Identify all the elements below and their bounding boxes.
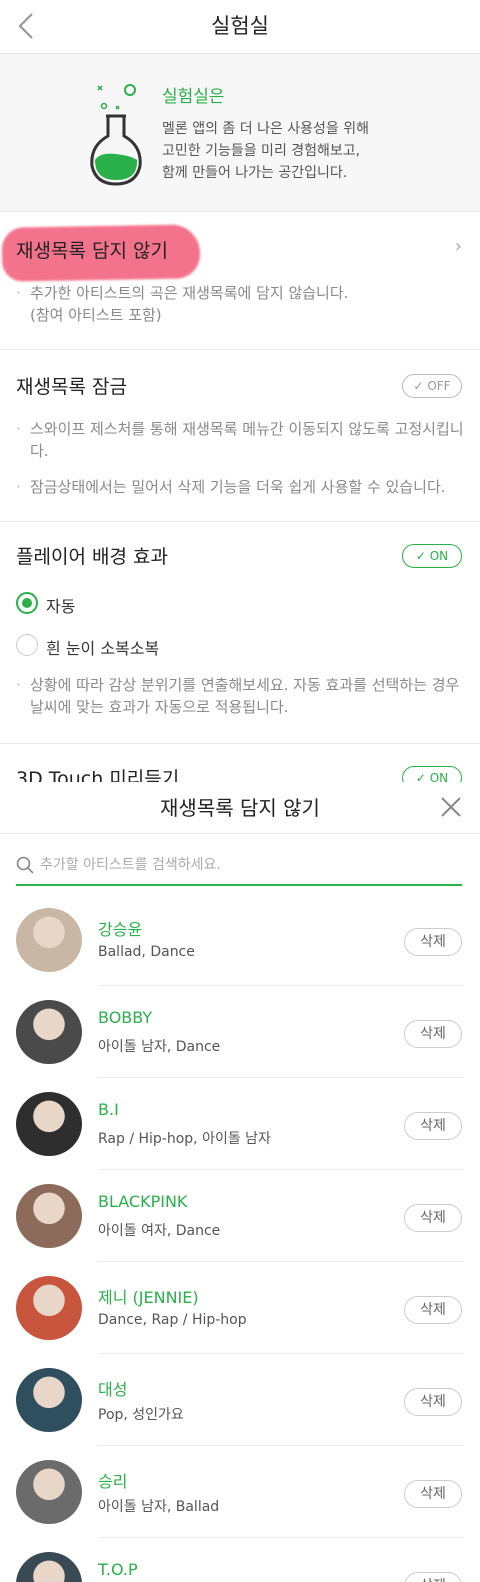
artist-genre: 아이돌 남자, Ballad: [98, 1499, 220, 1515]
artist-name: 대성: [98, 1380, 128, 1399]
search-input[interactable]: [40, 850, 450, 880]
artist-genre: Rap / Hip-hop, 아이돌 남자: [98, 1131, 271, 1147]
artist-search: [16, 846, 462, 886]
section-title: 플레이어 배경 효과: [16, 546, 168, 568]
artist-genre: 아이돌 여자, Dance: [98, 1223, 221, 1239]
background-toggle[interactable]: ✓ ON: [402, 544, 462, 568]
intro-description: 멜론 앱의 좀 더 나은 사용성을 위해 고민한 기능들을 미리 경험해보고, …: [162, 121, 370, 181]
list-item: 승리아이돌 남자, Ballad 삭제: [0, 1446, 480, 1538]
delete-button[interactable]: 삭제: [404, 1480, 462, 1508]
section-title: 재생목록 담지 않기: [16, 240, 168, 262]
avatar: [16, 1000, 82, 1064]
page-title: 실험실: [211, 14, 269, 38]
check-icon: ✓: [415, 549, 426, 563]
artist-name: 승리: [98, 1472, 128, 1491]
check-icon: ✓: [413, 379, 424, 393]
artist-genre: Dance, Rap / Hip-hop: [98, 1312, 247, 1328]
delete-button[interactable]: 삭제: [404, 1296, 462, 1324]
toggle-label: ON: [429, 549, 449, 563]
radio-snow[interactable]: [16, 634, 38, 656]
artist-name: 제니 (JENNIE): [98, 1288, 199, 1307]
avatar: [16, 908, 82, 972]
delete-button[interactable]: 삭제: [404, 1204, 462, 1232]
intro-title: 실험실은: [162, 87, 225, 107]
exclude-artists-sheet: 재생목록 담지 않기 강승윤 Ballad, Dance 삭제 BOBBY 아이돌 남자…: [0, 782, 480, 1582]
artist-name: 강승윤: [98, 920, 143, 939]
artist-name: BOBBY: [98, 1008, 153, 1027]
list-item: BOBBY 아이돌 남자, Dance 삭제: [0, 986, 480, 1078]
delete-button[interactable]: 삭제: [404, 1572, 462, 1582]
artist-genre: Ballad, Dance: [98, 944, 195, 960]
search-icon: [16, 856, 34, 874]
section-description: 잠금상태에서는 밀어서 삭제 기능을 더욱 쉽게 사용할 수 있습니다.: [16, 476, 466, 498]
top-bar: 실험실: [0, 0, 480, 54]
section-title: 재생목록 잠금: [16, 376, 127, 398]
avatar: [16, 1368, 82, 1432]
lab-intro: 실험실은 멜론 앱의 좀 더 나은 사용성을 위해 고민한 기능들을 미리 경험…: [0, 54, 480, 212]
list-item: 대성 Pop, 성인가요 삭제: [0, 1354, 480, 1446]
avatar: [16, 1552, 82, 1582]
radio-label: 흰 눈이 소복소복: [46, 639, 160, 658]
toggle-label: OFF: [427, 379, 451, 393]
section-player-background: 플레이어 배경 효과 ✓ ON 자동 흰 눈이 소복소복 상황에 따라 감상 분…: [0, 522, 480, 744]
close-button[interactable]: [438, 794, 464, 820]
artist-genre: 아이돌 남자, Dance: [98, 1039, 221, 1055]
section-3d-touch: 3D Touch 미리듣기 ✓ ON: [0, 744, 480, 790]
avatar: [16, 1184, 82, 1248]
section-description: 스와이프 제스처를 통해 재생목록 메뉴간 이동되지 않도록 고정시킵니다.: [16, 418, 466, 462]
artist-name: B.I: [98, 1100, 119, 1119]
list-item: 제니 (JENNIE) Dance, Rap / Hip-hop 삭제: [0, 1262, 480, 1354]
avatar: [16, 1276, 82, 1340]
delete-button[interactable]: 삭제: [404, 1388, 462, 1416]
section-exclude-playlist[interactable]: 재생목록 담지 않기 › 추가한 아티스트의 곡은 재생목록에 담지 않습니다.…: [0, 212, 480, 350]
chevron-right-icon: ›: [454, 236, 462, 257]
list-item: B.I Rap / Hip-hop, 아이돌 남자 삭제: [0, 1078, 480, 1170]
delete-button[interactable]: 삭제: [404, 1020, 462, 1048]
lock-toggle[interactable]: ✓ OFF: [402, 374, 462, 398]
artist-name: BLACKPINK: [98, 1192, 188, 1211]
avatar: [16, 1460, 82, 1524]
artist-genre: Pop, 성인가요: [98, 1407, 184, 1423]
avatar: [16, 1092, 82, 1156]
section-description: 상황에 따라 감상 분위기를 연출해보세요. 자동 효과를 선택하는 경우 날씨…: [16, 674, 466, 718]
section-playlist-lock: 재생목록 잠금 ✓ OFF 스와이프 제스처를 통해 재생목록 메뉴간 이동되지…: [0, 350, 480, 522]
delete-button[interactable]: 삭제: [404, 928, 462, 956]
list-item: T.O.P 삭제: [0, 1538, 480, 1582]
radio-auto[interactable]: [16, 592, 38, 614]
sheet-header: 재생목록 담지 않기: [0, 782, 480, 834]
radio-label: 자동: [46, 597, 76, 616]
list-item: 강승윤 Ballad, Dance 삭제: [0, 894, 480, 986]
close-icon: [441, 797, 461, 817]
list-item: BLACKPINK 아이돌 여자, Dance 삭제: [0, 1170, 480, 1262]
sheet-title: 재생목록 담지 않기: [160, 796, 320, 820]
section-description: 추가한 아티스트의 곡은 재생목록에 담지 않습니다. (참여 아티스트 포함): [16, 282, 466, 326]
artist-name: T.O.P: [98, 1560, 138, 1579]
flask-icon: [90, 84, 142, 186]
delete-button[interactable]: 삭제: [404, 1112, 462, 1140]
